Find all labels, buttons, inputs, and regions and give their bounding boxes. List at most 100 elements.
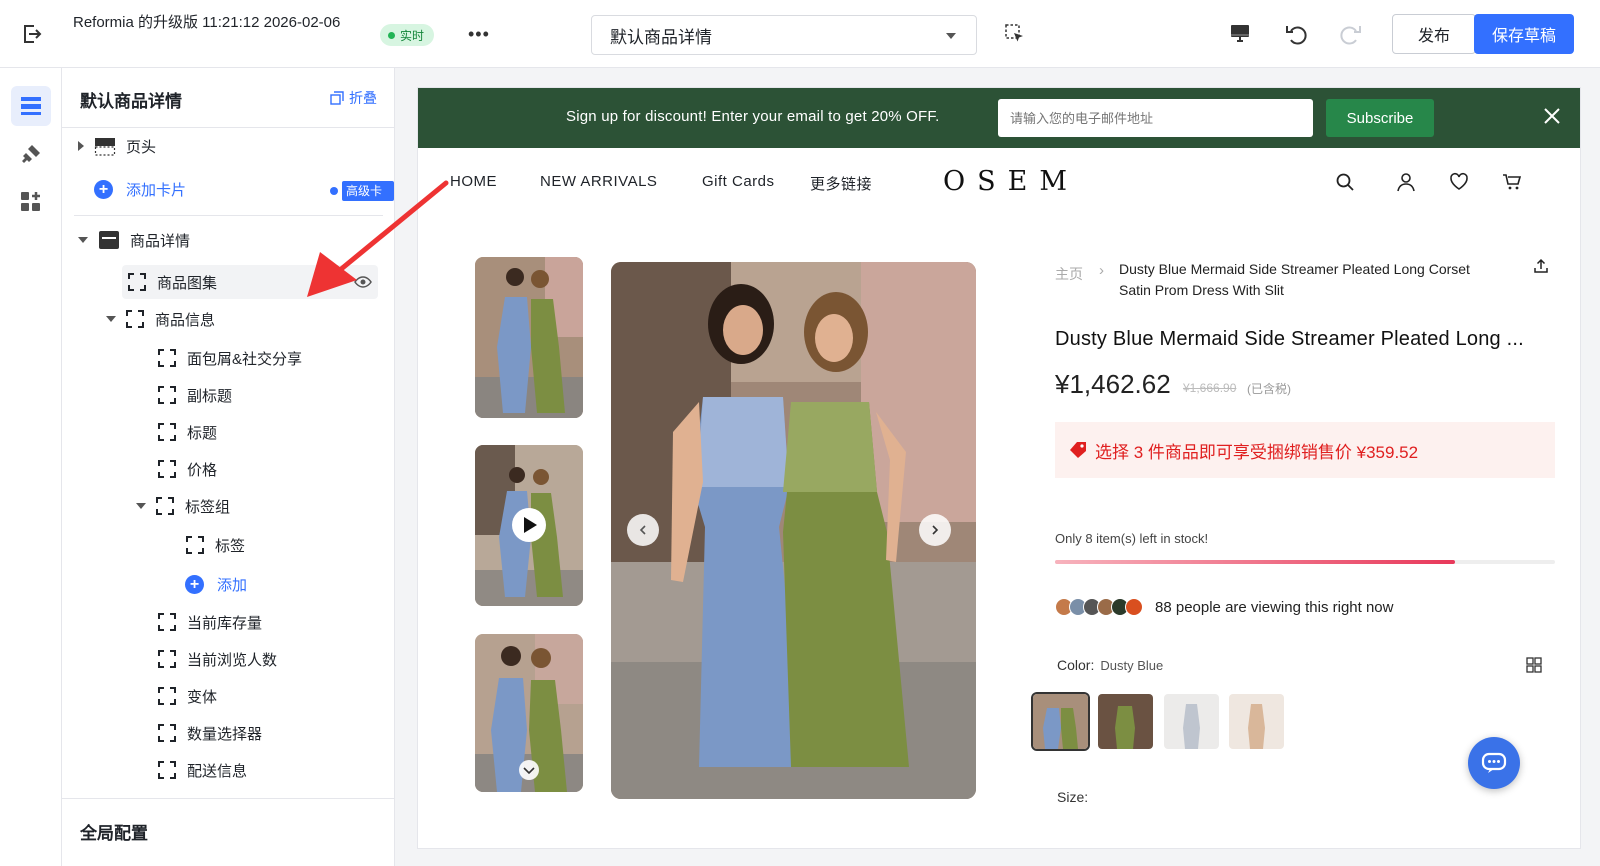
store-logo[interactable]: OSEM — [943, 166, 1079, 197]
plus-circle-icon: + — [185, 574, 204, 594]
prev-image-button[interactable] — [627, 514, 659, 546]
layer-label: 副标题 — [187, 387, 233, 405]
next-image-button[interactable] — [919, 514, 951, 546]
block-icon — [186, 536, 204, 554]
breadcrumb-home[interactable]: 主页 — [1055, 264, 1083, 284]
dress-photo-thumb — [475, 257, 583, 418]
panel-title: 默认商品详情 — [80, 92, 182, 111]
cart-icon[interactable] — [1502, 172, 1522, 197]
layer-product-detail[interactable]: 商品详情 — [78, 223, 190, 257]
collapse-arrow-icon[interactable] — [106, 316, 116, 322]
new-dot — [330, 187, 338, 195]
block-icon — [158, 687, 176, 705]
advanced-card-plaza-link[interactable]: 高级卡片广场 — [342, 181, 394, 218]
layer-breadcrumb-share[interactable]: 面包屑&社交分享 — [158, 341, 302, 375]
global-config-label: 全局配置 — [80, 824, 148, 843]
layer-tag[interactable]: 标签 — [186, 528, 245, 562]
bundle-offer-banner[interactable]: 选择 3 件商品即可享受捆绑销售价 ¥359.52 — [1055, 422, 1555, 478]
layer-shipping[interactable]: 配送信息 — [158, 753, 247, 787]
color-value: Dusty Blue — [1100, 658, 1164, 673]
bundle-offer-text: 选择 3 件商品即可享受捆绑销售价 ¥359.52 — [1095, 442, 1419, 462]
block-icon — [156, 497, 174, 515]
layer-tag-group[interactable]: 标签组 — [136, 489, 230, 523]
wishlist-heart-icon[interactable] — [1449, 172, 1469, 197]
color-swatch-silver[interactable] — [1164, 694, 1219, 749]
add-tag-button[interactable]: + 添加 — [185, 567, 247, 601]
layer-label: 面包屑&社交分享 — [187, 350, 303, 368]
email-input[interactable] — [998, 99, 1313, 137]
chevron-down-icon — [946, 33, 956, 39]
layer-product-info-label: 商品信息 — [155, 311, 216, 329]
left-rail — [0, 68, 62, 866]
block-icon — [128, 273, 146, 291]
chat-support-button[interactable] — [1468, 737, 1520, 789]
layer-variant[interactable]: 变体 — [158, 679, 217, 713]
add-tag-label: 添加 — [217, 576, 248, 594]
layer-header[interactable]: 页头 — [78, 129, 156, 163]
nav-new-arrivals[interactable]: NEW ARRIVALS — [540, 173, 657, 190]
breadcrumb-separator: › — [1099, 262, 1104, 279]
save-draft-button[interactable]: 保存草稿 — [1474, 14, 1574, 54]
add-card-label: 添加卡片 — [126, 181, 187, 199]
share-icon[interactable] — [1533, 258, 1549, 279]
page-template-select[interactable]: 默认商品详情 — [591, 15, 977, 55]
search-icon[interactable] — [1335, 172, 1355, 197]
subscribe-button[interactable]: Subscribe — [1326, 99, 1434, 137]
panel-header: 默认商品详情 折叠 — [62, 68, 395, 128]
eye-icon — [354, 276, 372, 288]
collapse-arrow-icon[interactable] — [78, 237, 88, 243]
color-swatch-champagne[interactable] — [1229, 694, 1284, 749]
store-nav: HOME NEW ARRIVALS Gift Cards 更多链接 OSEM — [418, 148, 1580, 218]
global-config-section[interactable]: 全局配置 — [62, 798, 395, 866]
account-icon[interactable] — [1396, 172, 1416, 197]
layer-viewers[interactable]: 当前浏览人数 — [158, 642, 277, 676]
block-icon — [158, 423, 176, 441]
layer-label: 变体 — [187, 688, 218, 706]
redo-icon[interactable] — [1339, 22, 1363, 51]
apps-icon[interactable] — [11, 182, 51, 222]
exit-icon[interactable] — [20, 22, 44, 46]
block-icon — [158, 460, 176, 478]
gallery-thumbnail[interactable] — [475, 634, 583, 792]
nav-gift-cards[interactable]: Gift Cards — [702, 173, 775, 190]
layer-label: 价格 — [187, 461, 218, 479]
collapse-arrow-icon[interactable] — [136, 503, 146, 509]
plus-circle-icon: + — [94, 179, 113, 199]
layer-gallery[interactable]: 商品图集 — [122, 265, 378, 299]
main-product-image[interactable] — [611, 262, 976, 799]
close-icon[interactable] — [1542, 106, 1562, 131]
theme-brush-icon[interactable] — [11, 134, 51, 174]
block-icon — [158, 761, 176, 779]
publish-button[interactable]: 发布 — [1392, 14, 1476, 54]
grid-view-icon[interactable] — [1526, 657, 1542, 678]
collapse-button[interactable]: 折叠 — [330, 88, 377, 108]
color-swatch-olive[interactable] — [1098, 694, 1153, 749]
layer-subtitle[interactable]: 副标题 — [158, 378, 232, 412]
undo-icon[interactable] — [1284, 22, 1308, 51]
expand-arrow-icon[interactable] — [78, 141, 84, 151]
gallery-thumbnail[interactable] — [475, 257, 583, 418]
add-card-button[interactable]: + 添加卡片 — [94, 172, 186, 206]
layer-price[interactable]: 价格 — [158, 452, 217, 486]
desktop-preview-icon[interactable] — [1229, 22, 1251, 49]
more-options-icon[interactable]: ••• — [468, 24, 490, 44]
stock-progress-fill — [1055, 560, 1455, 564]
layer-quantity[interactable]: 数量选择器 — [158, 716, 262, 750]
block-icon — [158, 724, 176, 742]
nav-more-links[interactable]: 更多链接 — [810, 173, 872, 194]
color-label-text: Color: — [1057, 657, 1095, 673]
page-select-value: 默认商品详情 — [610, 27, 712, 47]
layers-icon[interactable] — [11, 86, 51, 126]
preview-canvas: Sign up for discount! Enter your email t… — [418, 88, 1580, 848]
layer-stock[interactable]: 当前库存量 — [158, 605, 262, 639]
color-swatch-dusty-blue[interactable] — [1033, 694, 1088, 749]
select-element-icon[interactable] — [1005, 24, 1025, 49]
size-option-label: Size: — [1057, 789, 1089, 805]
layer-product-info[interactable]: 商品信息 — [106, 302, 215, 336]
nav-home[interactable]: HOME — [450, 173, 497, 190]
color-option-label: Color: Dusty Blue — [1057, 657, 1163, 673]
live-dot-icon — [388, 31, 395, 39]
layer-label: 标签 — [215, 537, 246, 555]
layer-title[interactable]: 标题 — [158, 415, 217, 449]
gallery-thumbnail-video[interactable] — [475, 445, 583, 606]
